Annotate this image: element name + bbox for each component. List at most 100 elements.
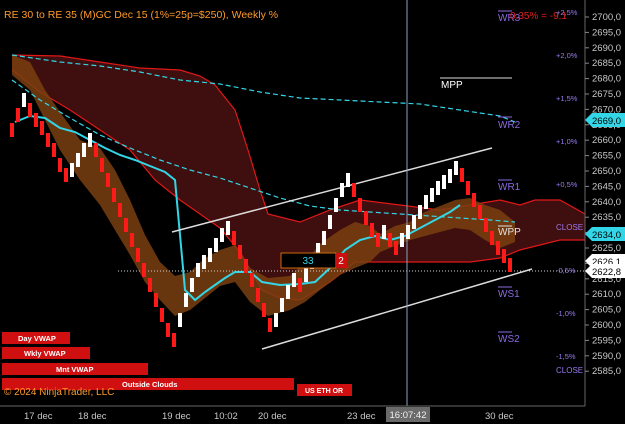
- up-bar: [406, 225, 410, 239]
- pivot-label-wr1: WR1: [498, 182, 521, 193]
- price-tick-label: 2685,0: [592, 58, 621, 69]
- down-bar: [28, 103, 32, 117]
- legend-button-day-vwap[interactable]: Day VWAP: [2, 332, 70, 344]
- up-bar: [418, 205, 422, 219]
- down-bar: [124, 218, 128, 232]
- down-bar: [496, 241, 500, 255]
- up-bar: [382, 225, 386, 239]
- down-bar: [136, 248, 140, 262]
- time-label: 19 dec: [162, 411, 191, 422]
- pivot-label-wr2: WR2: [498, 120, 521, 131]
- price-tick-label: 2625,0: [592, 243, 621, 254]
- pct-label: +0,5%: [556, 180, 578, 189]
- down-bar: [10, 123, 14, 137]
- down-bar: [478, 205, 482, 219]
- legend-button-label: Day VWAP: [18, 334, 56, 343]
- price-tick-label: 2675,0: [592, 89, 621, 100]
- up-bar: [184, 293, 188, 307]
- up-bar: [214, 238, 218, 252]
- price-marker-label: 2622,8: [592, 267, 621, 278]
- down-bar: [58, 158, 62, 172]
- pivot-label-ws2: WS2: [498, 334, 520, 345]
- down-bar: [112, 188, 116, 202]
- down-bar: [34, 113, 38, 127]
- price-tick-label: 2655,0: [592, 151, 621, 162]
- up-bar: [196, 263, 200, 277]
- price-tick-label: 2585,0: [592, 366, 621, 377]
- legend-button-label: Outside Clouds: [122, 380, 177, 389]
- time-label: 23 dec: [347, 411, 376, 422]
- down-bar: [100, 158, 104, 172]
- down-bar: [388, 233, 392, 247]
- price-tick-label: 2700,0: [592, 12, 621, 23]
- up-bar: [334, 198, 338, 212]
- pct-label: -1,0%: [556, 309, 576, 318]
- legend-button-label: Mnt VWAP: [56, 365, 94, 374]
- up-bar: [286, 285, 290, 299]
- down-bar: [250, 273, 254, 287]
- down-bar: [484, 218, 488, 232]
- pivot-label-wpp: WPP: [498, 227, 521, 238]
- down-bar: [460, 168, 464, 182]
- pct-label: +2,5%: [556, 8, 578, 17]
- down-bar: [16, 108, 20, 122]
- time-label: 10:02: [214, 411, 238, 422]
- counter-red-value: 2: [338, 256, 344, 267]
- legend-button-label: Wkly VWAP: [24, 349, 66, 358]
- price-tick-label: 2660,0: [592, 135, 621, 146]
- legend-button-us-eth-or[interactable]: US ETH OR: [297, 384, 352, 396]
- up-bar: [340, 183, 344, 197]
- up-bar: [322, 231, 326, 245]
- down-bar: [94, 143, 98, 157]
- up-bar: [454, 161, 458, 175]
- down-bar: [394, 241, 398, 255]
- legend-button-mnt-vwap[interactable]: Mnt VWAP: [2, 363, 148, 375]
- up-bar: [88, 133, 92, 147]
- price-marker: 2634,0: [585, 227, 625, 241]
- down-bar: [490, 231, 494, 245]
- down-bar: [142, 263, 146, 277]
- price-tick-label: 2690,0: [592, 43, 621, 54]
- down-bar: [160, 308, 164, 322]
- crosshair-time-label: 16:07:42: [390, 410, 427, 421]
- up-bar: [82, 143, 86, 157]
- pct-label: -0,5%: [556, 266, 576, 275]
- down-bar: [352, 183, 356, 197]
- up-bar: [226, 221, 230, 235]
- price-tick-label: 2605,0: [592, 305, 621, 316]
- down-bar: [358, 198, 362, 212]
- pct-label: +1,0%: [556, 137, 578, 146]
- down-bar: [508, 258, 512, 272]
- price-tick-label: 2640,0: [592, 197, 621, 208]
- down-bar: [148, 278, 152, 292]
- up-bar: [202, 255, 206, 269]
- close-label: CLOSE: [556, 366, 583, 375]
- price-tick-label: 2680,0: [592, 74, 621, 85]
- price-marker: 2622,8: [585, 264, 625, 278]
- legend-button-wkly-vwap[interactable]: Wkly VWAP: [2, 347, 90, 359]
- up-bar: [22, 93, 26, 107]
- down-bar: [238, 245, 242, 259]
- down-bar: [64, 168, 68, 182]
- down-bar: [154, 293, 158, 307]
- price-marker: 2669,0: [585, 113, 625, 127]
- up-bar: [280, 298, 284, 312]
- down-bar: [268, 318, 272, 332]
- down-bar: [370, 223, 374, 237]
- down-bar: [172, 333, 176, 347]
- up-bar: [436, 181, 440, 195]
- price-marker-label: 2634,0: [592, 230, 621, 241]
- up-bar: [448, 169, 452, 183]
- chart-title: RE 30 to RE 35 (M)GC Dec 15 (1%=25p=$250…: [4, 9, 278, 21]
- price-chart[interactable]: 33 2 RE 30 to RE 35 (M)GC Dec 15 (1%=25p…: [0, 0, 625, 424]
- counter-value: 33: [302, 256, 314, 267]
- up-bar: [76, 153, 80, 167]
- price-tick-label: 2645,0: [592, 181, 621, 192]
- up-bar: [274, 313, 278, 327]
- time-label: 17 dec: [24, 411, 53, 422]
- up-bar: [178, 313, 182, 327]
- down-bar: [40, 121, 44, 135]
- price-tick-label: 2695,0: [592, 27, 621, 38]
- down-bar: [262, 303, 266, 317]
- price-tick-label: 2610,0: [592, 289, 621, 300]
